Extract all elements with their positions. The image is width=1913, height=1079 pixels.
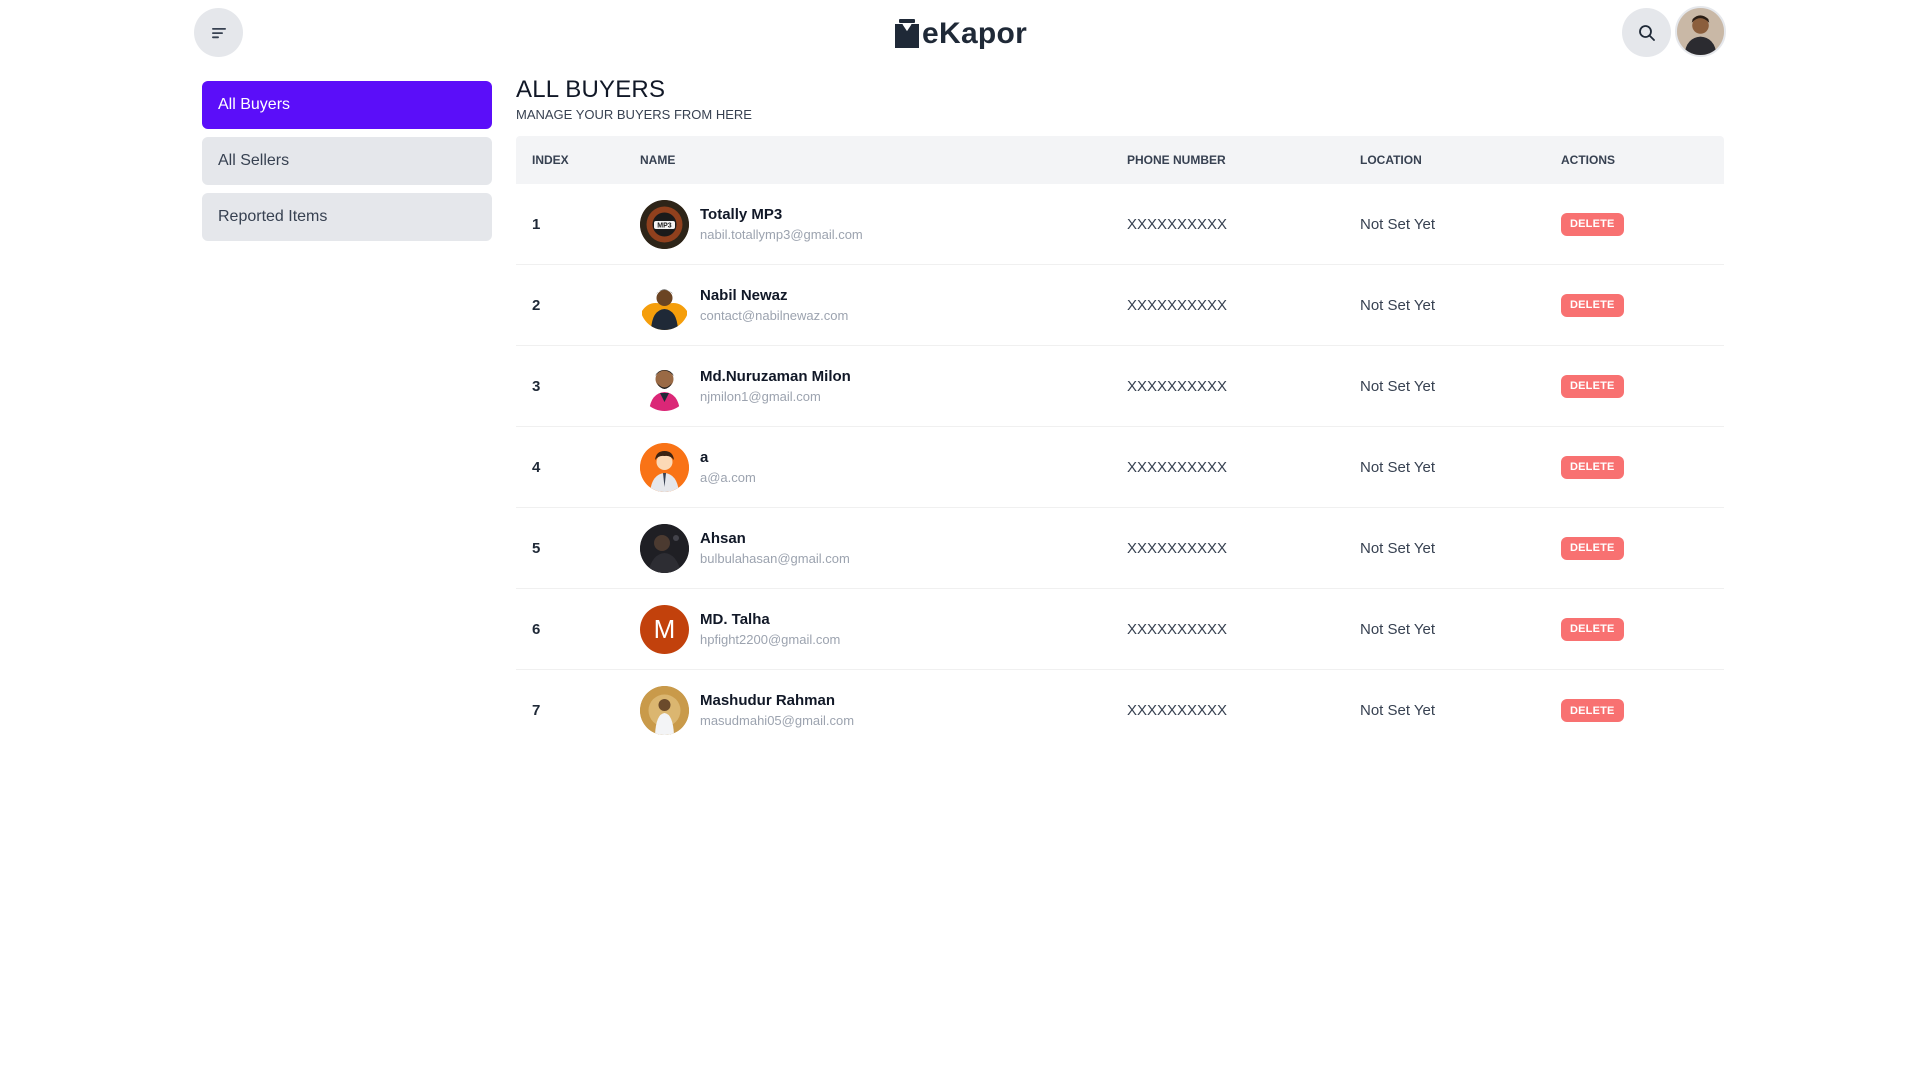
sidebar-item-all-sellers[interactable]: All Sellers: [202, 137, 492, 185]
buyer-location: Not Set Yet: [1360, 458, 1436, 476]
page-subtitle: MANAGE YOUR BUYERS FROM HERE: [516, 107, 752, 122]
user-avatar[interactable]: [1675, 6, 1726, 57]
buyer-phone: XXXXXXXXXX: [1127, 377, 1228, 395]
buyer-name: Md.Nuruzaman Milon: [700, 367, 851, 385]
person-photo-icon: [649, 369, 680, 411]
delete-button[interactable]: DELETE: [1561, 699, 1624, 722]
table-row: 2 Nabil Newaz contact@nabilnewaz.com XXX…: [516, 265, 1724, 346]
header-index: INDEX: [532, 153, 569, 167]
table-row: 1 MP3 Totally MP3 nabil.totallymp3@gmail…: [516, 184, 1724, 265]
delete-button[interactable]: DELETE: [1561, 212, 1624, 236]
buyer-email: njmilon1@gmail.com: [700, 388, 821, 404]
buyer-phone: XXXXXXXXXX: [1127, 296, 1228, 314]
buyer-email: hpfight2200@gmail.com: [700, 631, 841, 647]
buyer-location: Not Set Yet: [1360, 539, 1436, 557]
delete-button[interactable]: DELETE: [1561, 374, 1624, 398]
buyers-table: INDEX NAME PHONE NUMBER LOCATION ACTIONS…: [516, 136, 1724, 751]
page-title: ALL BUYERS: [516, 76, 666, 103]
buyer-avatar: [640, 523, 689, 573]
sidebar-item-reported-items[interactable]: Reported Items: [202, 193, 492, 241]
buyer-email: nabil.totallymp3@gmail.com: [700, 226, 863, 242]
person-photo-icon: [642, 289, 687, 330]
buyer-avatar-letter: M: [640, 604, 689, 654]
table-row: 6 M MD. Talha hpfight2200@gmail.com XXXX…: [516, 589, 1724, 670]
buyer-location: Not Set Yet: [1360, 620, 1436, 638]
buyer-name: Ahsan: [700, 529, 746, 547]
buyer-phone: XXXXXXXXXX: [1127, 215, 1228, 233]
sidebar: All Buyers All Sellers Reported Items: [202, 81, 492, 249]
buyer-email: bulbulahasan@gmail.com: [700, 550, 850, 566]
row-index: 2: [532, 296, 541, 314]
svg-text:MP3: MP3: [657, 222, 672, 229]
person-photo-icon: [640, 523, 689, 573]
person-photo-icon: [640, 686, 689, 735]
buyer-email: masudmahi05@gmail.com: [700, 713, 855, 728]
table-row: 4 a a@a.com XXXXXXXXXX Not Set Yet DELET…: [516, 427, 1724, 508]
delete-button[interactable]: DELETE: [1561, 617, 1624, 641]
buyer-avatar: MP3: [640, 199, 689, 249]
brand-name: eKapor: [922, 17, 1028, 50]
buyer-location: Not Set Yet: [1360, 215, 1436, 233]
search-icon: [1638, 24, 1655, 41]
buyer-location: Not Set Yet: [1360, 702, 1436, 719]
buyer-email: a@a.com: [700, 469, 756, 485]
buyer-avatar: [640, 280, 689, 330]
buyer-name: MD. Talha: [700, 610, 770, 628]
table-header: INDEX NAME PHONE NUMBER LOCATION ACTIONS: [516, 136, 1724, 184]
delete-button[interactable]: DELETE: [1561, 455, 1624, 479]
header-phone: PHONE NUMBER: [1127, 153, 1226, 167]
buyer-name: Mashudur Rahman: [700, 692, 836, 709]
row-index: 7: [532, 702, 541, 719]
user-avatar-icon: [1677, 8, 1724, 55]
delete-button[interactable]: DELETE: [1561, 293, 1624, 317]
buyer-location: Not Set Yet: [1360, 377, 1436, 395]
sidebar-item-label: All Buyers: [218, 96, 291, 113]
sidebar-item-label: Reported Items: [218, 208, 328, 225]
row-index: 3: [532, 377, 541, 395]
avatar-letter: M: [653, 613, 676, 644]
brand-logo[interactable]: eKapor: [893, 12, 1027, 56]
table-row: 5 Ahsan bulbulahasan@gmail.com XXXXXXXXX…: [516, 508, 1724, 589]
buyer-name: Totally MP3: [700, 205, 783, 223]
buyer-avatar: [640, 442, 689, 492]
buyer-location: Not Set Yet: [1360, 296, 1436, 314]
buyer-phone: XXXXXXXXXX: [1127, 702, 1228, 719]
sidebar-item-all-buyers[interactable]: All Buyers: [202, 81, 492, 129]
sidebar-item-label: All Sellers: [218, 152, 290, 169]
menu-button[interactable]: [194, 8, 243, 57]
buyer-email: contact@nabilnewaz.com: [700, 307, 849, 323]
header-location: LOCATION: [1360, 153, 1422, 167]
buyer-avatar: [640, 361, 689, 411]
row-index: 5: [532, 539, 541, 557]
header-actions: ACTIONS: [1561, 153, 1615, 167]
table-row: 3 Md.Nuruzaman Milon njmilon1@gmail.com: [516, 346, 1724, 427]
header-name: NAME: [640, 153, 676, 167]
row-index: 1: [532, 215, 541, 233]
buyer-avatar: [640, 686, 689, 735]
menu-icon: [211, 27, 226, 38]
buyer-phone: XXXXXXXXXX: [1127, 620, 1228, 638]
default-avatar-icon: [640, 442, 689, 492]
buyer-phone: XXXXXXXXXX: [1127, 539, 1228, 557]
main-content: ALL BUYERS MANAGE YOUR BUYERS FROM HERE …: [516, 76, 1724, 751]
delete-button[interactable]: DELETE: [1561, 536, 1624, 560]
row-index: 4: [532, 458, 541, 476]
music-logo-icon: MP3: [640, 199, 689, 249]
buyer-phone: XXXXXXXXXX: [1127, 458, 1228, 476]
buyer-name: a: [700, 448, 709, 466]
row-index: 6: [532, 620, 541, 638]
search-button[interactable]: [1622, 8, 1671, 57]
table-row: 7 Mashudur Rahman masudmahi05@gmail.com …: [516, 670, 1724, 751]
buyer-name: Nabil Newaz: [700, 286, 788, 304]
shirt-logo-icon: [895, 19, 919, 48]
